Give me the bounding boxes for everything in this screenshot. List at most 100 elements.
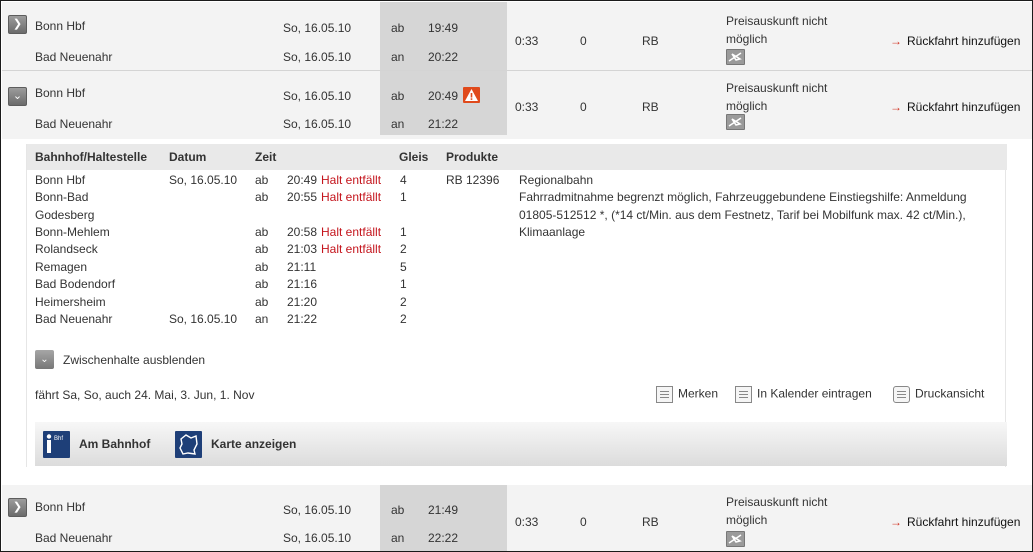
chevron-right-icon: ❯ [12,501,23,513]
products: RB [642,34,659,48]
stop-track: 1 [400,190,407,204]
arrival-time: 20:22 [428,50,459,64]
arrival-station: Bad Neuenahr [35,531,113,545]
stop-time: 21:11 [287,260,317,274]
expand-button[interactable]: ❯ [8,498,27,517]
print-view-button[interactable]: Druckansicht [893,386,984,403]
departure-label: ab [391,503,405,517]
warning-icon[interactable] [463,87,480,103]
stop-time: 20:49 [287,173,318,187]
no-price-icon [726,531,745,547]
duration: 0:33 [515,100,539,114]
stop-station: Heimersheim [35,295,106,309]
stop-type: ab [255,242,269,256]
stop-track: 1 [400,277,407,291]
stop-type: ab [255,173,269,187]
arrival-date: So, 16.05.10 [283,50,352,64]
changes: 0 [580,515,587,529]
stop-time: 21:16 [287,277,318,291]
svg-text:Bhf: Bhf [54,436,63,442]
price-info: Preisauskunft nicht möglich [726,495,828,527]
stop-track: 5 [400,260,407,274]
departure-station: Bonn Hbf [35,500,86,514]
detail-header: Bahnhof/Haltestelle Datum Zeit Gleis Pro… [27,144,1007,170]
arrow-right-icon: → [890,515,902,529]
connection-detail: Bahnhof/Haltestelle Datum Zeit Gleis Pro… [26,144,1007,467]
add-to-calendar-button[interactable]: In Kalender eintragen [735,386,872,403]
arrival-label: an [391,50,405,64]
header-products: Produkte [446,150,499,164]
arrival-date: So, 16.05.10 [283,117,352,131]
stop-type: an [255,312,269,326]
stop-time: 20:55 [287,190,318,204]
arrival-label: an [391,117,405,131]
add-return-label: Rückfahrt hinzufügen [907,515,1021,529]
stop-row: Bad Neuenahr So, 16.05.10 an 21:22 2 [27,312,1007,329]
stop-row: Bad Bodendorf ab 21:16 1 [27,277,1007,294]
products: RB [642,100,659,114]
stop-row: Rolandseck ab 21:03 Halt entfällt 2 [27,242,1007,259]
stop-type: ab [255,295,269,309]
connection-results: ❯ Bonn Hbf Bad Neuenahr So, 16.05.10 So,… [0,0,1033,552]
stop-cancelled-note: Halt entfällt [321,173,382,187]
stop-station: Bad Bodendorf [35,277,116,291]
arrival-station: Bad Neuenahr [35,117,113,131]
stop-time: 21:20 [287,295,318,309]
arrow-right-icon: → [890,34,902,48]
departure-station: Bonn Hbf [35,19,86,33]
arrival-label: an [391,531,405,545]
add-return-label: Rückfahrt hinzufügen [907,34,1021,48]
operating-days: fährt Sa, So, auch 24. Mai, 3. Jun, 1. N… [35,388,255,402]
stop-track: 2 [400,312,407,326]
stop-time: 21:22 [287,312,318,326]
arrival-date: So, 16.05.10 [283,531,352,545]
notepad-icon [656,386,673,403]
departure-time: 21:49 [428,503,459,517]
duration: 0:33 [515,515,539,529]
remember-label: Merken [678,386,719,401]
stop-time: 20:58 [287,225,318,239]
connection-row: ❯ Bonn Hbf Bad Neuenahr So, 16.05.10 So,… [2,2,1032,70]
stop-track: 2 [400,242,407,256]
header-station: Bahnhof/Haltestelle [35,150,148,164]
show-map-label: Karte anzeigen [211,437,297,451]
expand-button[interactable]: ❯ [8,15,27,34]
time-block: ab 20:49 an 21:22 [380,71,507,135]
changes: 0 [580,100,587,114]
stop-cancelled-note: Halt entfällt [321,242,382,256]
train-type: Regionalbahn [519,173,594,187]
add-return-link[interactable]: → Rückfahrt hinzufügen [890,100,1020,114]
header-date: Datum [169,150,207,164]
stop-station: Bonn Hbf [35,173,86,187]
time-block: ab 19:49 an 20:22 [380,2,507,70]
products: RB [642,515,659,529]
stop-row: Heimersheim ab 21:20 2 [27,295,1007,312]
hide-stops-label: Zwischenhalte ausblenden [63,353,206,367]
stop-track: 2 [400,295,407,309]
arrival-time: 22:22 [428,531,459,545]
add-return-label: Rückfahrt hinzufügen [907,100,1021,114]
add-return-link[interactable]: → Rückfahrt hinzufügen [890,515,1020,529]
chevron-down-icon: ⌄ [12,90,23,102]
arrival-station: Bad Neuenahr [35,50,113,64]
collapse-button[interactable]: ⌄ [8,87,27,106]
stop-station: Bonn-Bad [35,190,89,204]
stop-type: ab [255,277,269,291]
chevron-down-icon: ⌄ [35,350,54,369]
departure-time: 19:49 [428,21,459,35]
stop-type: ab [255,225,269,239]
stop-track: 1 [400,225,407,239]
price-info: Preisauskunft nicht möglich [726,14,828,46]
stop-station-line2: Godesberg [35,208,95,222]
stop-row: Bonn Hbf So, 16.05.10 ab 20:49 Halt entf… [27,173,1007,190]
stop-type: ab [255,190,269,204]
remember-button[interactable]: Merken [656,386,718,403]
departure-station: Bonn Hbf [35,86,86,100]
time-block: ab 21:49 an 22:22 [380,485,507,551]
stop-date: So, 16.05.10 [169,312,238,326]
stop-station: Remagen [35,260,88,274]
map-icon [175,431,202,458]
printer-icon [893,386,910,403]
stop-station: Bad Neuenahr [35,312,113,326]
add-return-link[interactable]: → Rückfahrt hinzufügen [890,34,1020,48]
